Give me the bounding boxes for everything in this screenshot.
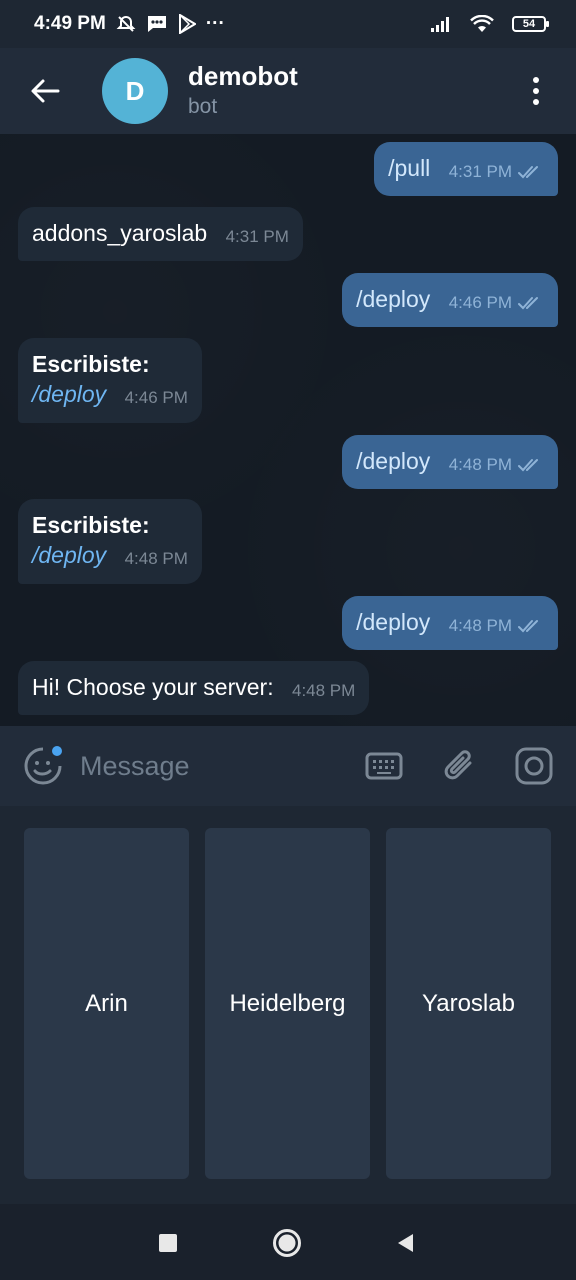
status-time: 4:49 PM (34, 13, 106, 34)
menu-dot-icon (533, 88, 539, 94)
outgoing-message[interactable]: /deploy 4:48 PM (342, 435, 558, 489)
bot-keyboard-button[interactable] (364, 746, 404, 786)
message-text: /deploy (356, 448, 431, 474)
message-meta: 4:48 PM (449, 611, 544, 641)
double-check-icon (518, 457, 544, 473)
keyboard-icon (365, 752, 403, 780)
message-time: 4:46 PM (448, 293, 512, 312)
double-check-icon (518, 295, 544, 311)
message-time: 4:48 PM (448, 616, 512, 635)
circle-icon (273, 1229, 301, 1257)
message-list[interactable]: /pull 4:31 PM addons_yaroslab 4:31 PM /d… (0, 134, 576, 726)
message-text: /deploy (356, 286, 431, 312)
message-text: addons_yaroslab (32, 220, 208, 246)
avatar[interactable]: D (102, 58, 168, 124)
chat-info[interactable]: demobot bot (188, 61, 298, 121)
recents-button[interactable] (153, 1228, 183, 1258)
attach-button[interactable] (440, 746, 480, 786)
notifications-off-icon (116, 14, 136, 34)
more-menu-button[interactable] (516, 68, 556, 114)
menu-dot-icon (533, 77, 539, 83)
play-store-icon (178, 14, 196, 34)
message-time: 4:48 PM (124, 549, 188, 568)
back-nav-button[interactable] (390, 1228, 420, 1258)
square-icon (159, 1234, 177, 1252)
message-meta: 4:31 PM (449, 157, 544, 187)
message-meta: 4:48 PM (449, 450, 544, 480)
camera-button[interactable] (514, 746, 554, 786)
message-text: Hi! Choose your server: (32, 674, 274, 700)
signal-icon (430, 16, 452, 32)
message-time: 4:31 PM (225, 227, 289, 246)
battery-icon: 54 (512, 16, 549, 32)
chat-subtitle: bot (188, 95, 218, 118)
keyboard-button-heidelberg[interactable]: Heidelberg (205, 828, 370, 1179)
chat-title: demobot (188, 61, 298, 91)
sms-icon (146, 14, 168, 34)
status-bar: 4:49 PM ··· 54 (0, 0, 576, 48)
paperclip-icon (444, 750, 472, 780)
incoming-message[interactable]: addons_yaroslab 4:31 PM (18, 207, 303, 261)
command-link[interactable]: /deploy (32, 542, 106, 568)
camera-icon (515, 747, 553, 785)
bot-keyboard: Arin Heidelberg Yaroslab (0, 806, 576, 1204)
double-check-icon (518, 164, 544, 180)
message-input[interactable] (80, 744, 340, 788)
system-nav-bar (0, 1204, 576, 1280)
message-text: /deploy (356, 609, 431, 635)
message-time: 4:31 PM (448, 162, 512, 181)
triangle-back-icon (398, 1234, 413, 1252)
arrow-left-icon (31, 79, 60, 103)
outgoing-message[interactable]: /deploy 4:46 PM (342, 273, 558, 327)
message-time: 4:48 PM (291, 681, 356, 700)
message-title: Escribiste: (32, 351, 150, 377)
chat-header: D demobot bot (0, 48, 576, 134)
incoming-message[interactable]: Escribiste: /deploy 4:48 PM (18, 499, 202, 584)
message-time: 4:46 PM (124, 388, 188, 407)
keyboard-button-yaroslab[interactable]: Yaroslab (386, 828, 551, 1179)
incoming-message[interactable]: Hi! Choose your server: 4:48 PM (18, 661, 370, 715)
wifi-icon (470, 15, 494, 33)
composer (0, 726, 576, 806)
back-button[interactable] (0, 48, 90, 134)
incoming-message[interactable]: Escribiste: /deploy 4:46 PM (18, 338, 202, 423)
keyboard-button-arin[interactable]: Arin (24, 828, 189, 1179)
home-button[interactable] (272, 1228, 302, 1258)
message-time: 4:48 PM (448, 455, 512, 474)
double-check-icon (518, 618, 544, 634)
message-title: Escribiste: (32, 512, 150, 538)
new-stickers-badge (50, 744, 64, 758)
menu-dot-icon (533, 99, 539, 105)
more-notifications-icon: ··· (205, 13, 225, 34)
message-meta: 4:46 PM (449, 288, 544, 318)
outgoing-message[interactable]: /deploy 4:48 PM (342, 596, 558, 650)
message-text: /pull (388, 155, 431, 181)
command-link[interactable]: /deploy (32, 381, 106, 407)
outgoing-message[interactable]: /pull 4:31 PM (374, 142, 558, 196)
